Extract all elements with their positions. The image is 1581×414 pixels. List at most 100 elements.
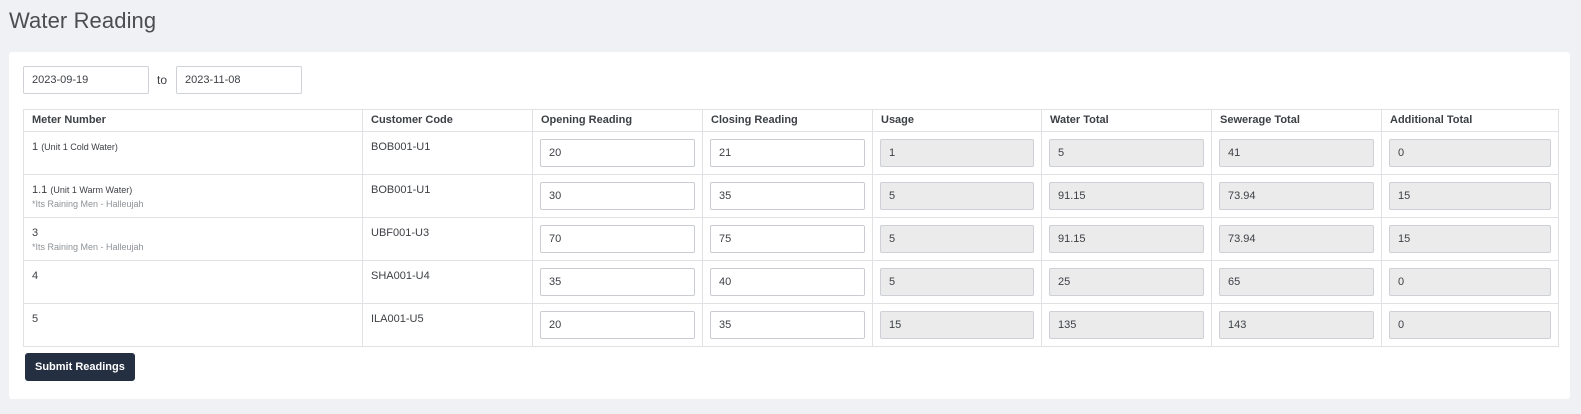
water-total-cell	[1041, 174, 1212, 218]
additional-total-field	[1389, 268, 1551, 296]
meter-number-cell: 4	[23, 260, 363, 304]
customer-code-cell: UBF001-U3	[362, 217, 533, 261]
header-customer-code: Customer Code	[362, 109, 533, 132]
closing-reading-cell	[702, 174, 873, 218]
usage-field	[880, 311, 1034, 339]
meter-number: 4	[32, 270, 39, 282]
usage-field	[880, 139, 1034, 167]
usage-cell	[872, 260, 1042, 304]
additional-total-cell	[1381, 217, 1559, 261]
meter-number-cell: 1 (Unit 1 Cold Water)	[23, 131, 363, 175]
water-total-cell	[1041, 260, 1212, 304]
additional-total-field	[1389, 311, 1551, 339]
water-total-field	[1049, 311, 1204, 339]
usage-field	[880, 182, 1034, 210]
header-meter-number: Meter Number	[23, 109, 363, 132]
additional-total-field	[1389, 182, 1551, 210]
opening-reading-cell	[532, 303, 703, 347]
sewerage-total-field	[1219, 268, 1374, 296]
additional-total-cell	[1381, 131, 1559, 175]
meter-description: (Unit 1 Warm Water)	[50, 185, 133, 195]
opening-reading-cell	[532, 217, 703, 261]
date-range-filter: to	[23, 66, 303, 94]
meter-note: *Its Raining Men - Halleujah	[32, 242, 144, 252]
water-total-field	[1049, 225, 1204, 253]
sewerage-total-cell	[1211, 217, 1382, 261]
sewerage-total-field	[1219, 225, 1374, 253]
date-to-input[interactable]	[176, 66, 303, 94]
header-closing-reading: Closing Reading	[702, 109, 873, 132]
header-sewerage-total: Sewerage Total	[1211, 109, 1382, 132]
additional-total-cell	[1381, 260, 1559, 304]
closing-reading-input[interactable]	[710, 139, 865, 167]
opening-reading-input[interactable]	[540, 182, 695, 210]
customer-code: SHA001-U4	[371, 270, 430, 282]
sewerage-total-cell	[1211, 260, 1382, 304]
opening-reading-cell	[532, 131, 703, 175]
readings-table: Meter Number Customer Code Opening Readi…	[23, 109, 1559, 347]
water-total-cell	[1041, 217, 1212, 261]
header-water-total: Water Total	[1041, 109, 1212, 132]
header-usage: Usage	[872, 109, 1042, 132]
sewerage-total-cell	[1211, 131, 1382, 175]
water-total-field	[1049, 268, 1204, 296]
table-row: 4 SHA001-U4	[23, 260, 1559, 304]
meter-number-cell: 3 *Its Raining Men - Halleujah	[23, 217, 363, 261]
usage-field	[880, 225, 1034, 253]
closing-reading-cell	[702, 217, 873, 261]
opening-reading-input[interactable]	[540, 139, 695, 167]
submit-readings-button[interactable]: Submit Readings	[25, 353, 135, 381]
closing-reading-cell	[702, 260, 873, 304]
additional-total-field	[1389, 225, 1551, 253]
usage-cell	[872, 217, 1042, 261]
usage-cell	[872, 174, 1042, 218]
customer-code-cell: BOB001-U1	[362, 174, 533, 218]
table-row: 1 (Unit 1 Cold Water) BOB001-U1	[23, 131, 1559, 175]
date-range-separator: to	[157, 73, 168, 87]
sewerage-total-cell	[1211, 303, 1382, 347]
meter-number: 5	[32, 313, 39, 325]
customer-code: BOB001-U1	[371, 184, 431, 196]
sewerage-total-field	[1219, 139, 1374, 167]
sewerage-total-field	[1219, 311, 1374, 339]
meter-number: 1.1	[32, 184, 48, 196]
opening-reading-input[interactable]	[540, 225, 695, 253]
usage-field	[880, 268, 1034, 296]
sewerage-total-cell	[1211, 174, 1382, 218]
closing-reading-input[interactable]	[710, 268, 865, 296]
meter-description: (Unit 1 Cold Water)	[41, 142, 118, 152]
header-additional-total: Additional Total	[1381, 109, 1559, 132]
header-opening-reading: Opening Reading	[532, 109, 703, 132]
meter-number-cell: 1.1 (Unit 1 Warm Water) *Its Raining Men…	[23, 174, 363, 218]
customer-code-cell: BOB001-U1	[362, 131, 533, 175]
water-total-field	[1049, 139, 1204, 167]
date-from-input[interactable]	[23, 66, 149, 94]
meter-number: 3	[32, 227, 39, 239]
closing-reading-cell	[702, 131, 873, 175]
table-header-row: Meter Number Customer Code Opening Readi…	[23, 109, 1559, 132]
meter-number: 1	[32, 141, 39, 153]
sewerage-total-field	[1219, 182, 1374, 210]
table-row: 3 *Its Raining Men - Halleujah UBF001-U3	[23, 217, 1559, 261]
customer-code: ILA001-U5	[371, 313, 424, 325]
opening-reading-input[interactable]	[540, 268, 695, 296]
opening-reading-input[interactable]	[540, 311, 695, 339]
meter-number-cell: 5	[23, 303, 363, 347]
customer-code-cell: SHA001-U4	[362, 260, 533, 304]
readings-card: to Meter Number Customer Code Opening Re…	[9, 52, 1570, 399]
additional-total-cell	[1381, 174, 1559, 218]
closing-reading-input[interactable]	[710, 311, 865, 339]
additional-total-field	[1389, 139, 1551, 167]
water-total-field	[1049, 182, 1204, 210]
usage-cell	[872, 131, 1042, 175]
water-total-cell	[1041, 303, 1212, 347]
water-total-cell	[1041, 131, 1212, 175]
customer-code: UBF001-U3	[371, 227, 430, 239]
closing-reading-cell	[702, 303, 873, 347]
customer-code-cell: ILA001-U5	[362, 303, 533, 347]
closing-reading-input[interactable]	[710, 182, 865, 210]
usage-cell	[872, 303, 1042, 347]
table-row: 1.1 (Unit 1 Warm Water) *Its Raining Men…	[23, 174, 1559, 218]
meter-note: *Its Raining Men - Halleujah	[32, 199, 144, 209]
closing-reading-input[interactable]	[710, 225, 865, 253]
